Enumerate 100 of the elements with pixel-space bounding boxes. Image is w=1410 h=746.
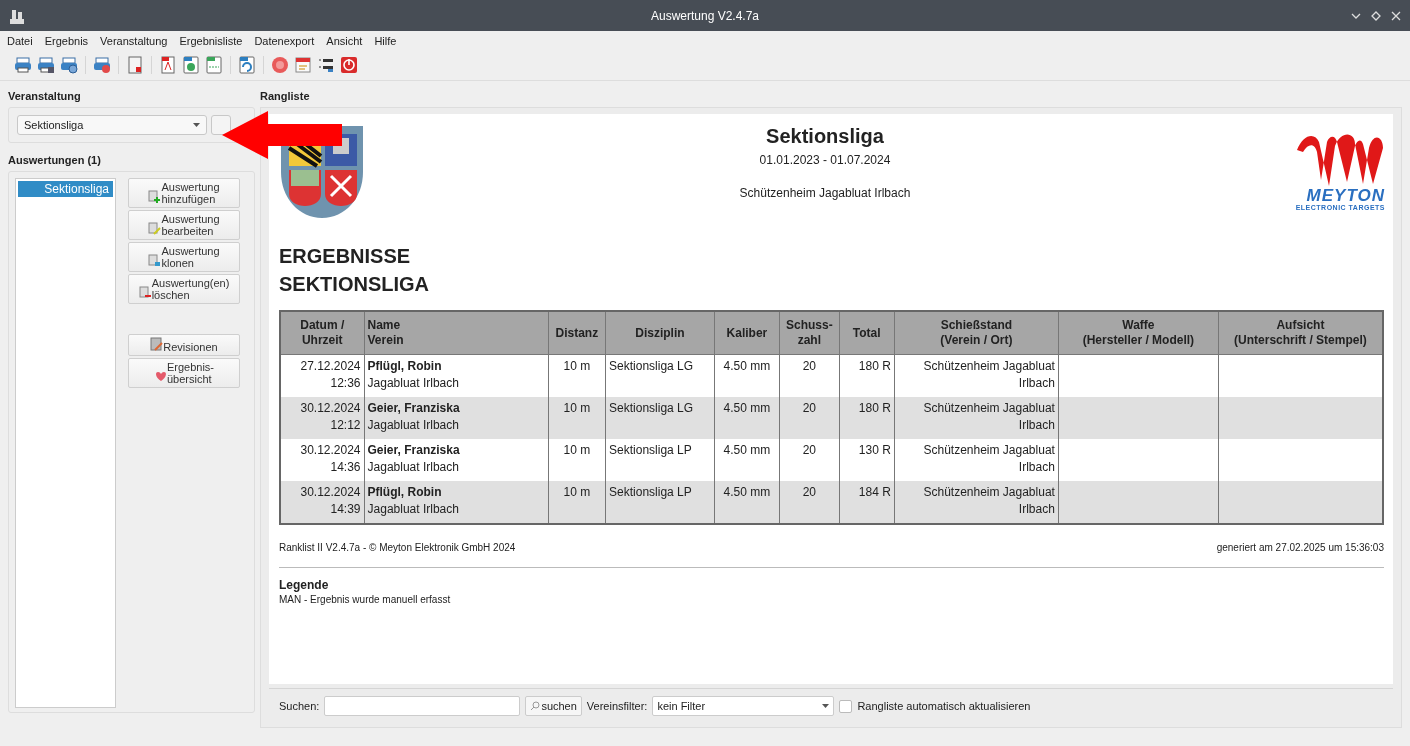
club-filter-dropdown[interactable]: kein Filter [652,696,835,716]
filter-label: Vereinsfilter: [586,700,648,712]
small-button[interactable] [211,115,231,135]
table-cell: 10 m [563,359,591,373]
logo-wordmark: MEYTON [1306,188,1385,204]
table-cell: 10 m [563,443,591,457]
column-header: Waffe (Hersteller / Modell) [1058,311,1219,355]
search-field[interactable] [324,696,521,716]
table-cell: 10 m [563,401,591,415]
printer-icon[interactable] [60,56,78,74]
table-cell-text: Jagabluat Irlbach [367,417,460,434]
section-label: Auswertungen (1) [8,154,102,166]
table-cell: 20 [802,485,816,499]
column-header: Aufsicht (Unterschrift / Stempel) [1218,311,1383,355]
refresh-document-icon[interactable] [238,56,256,74]
table-cell: 20 [802,359,816,373]
table-cell-text: Jagabluat Irlbach [367,501,460,518]
column-header: Distanz [548,311,606,355]
table-cell: 184 R [858,485,891,499]
table-cell-text: Geier, Franziska [367,442,461,459]
power-icon[interactable] [340,56,358,74]
globe-document-icon[interactable] [182,56,200,74]
table-cell-text: 30.12.2024 [299,484,361,501]
table-cell: Schützenheim Jagabluat Irlbach [923,485,1055,516]
printer-icon[interactable] [93,56,111,74]
menu-item[interactable]: Datenexport [253,34,316,47]
close-icon[interactable] [1390,9,1402,22]
legend-title: Legende [279,578,330,592]
search-button[interactable]: suchen [525,696,582,716]
report-period: 01.01.2023 - 01.07.2024 [759,153,891,167]
action-button[interactable]: Auswertung bearbeiten [128,210,240,240]
clone-document-icon [148,253,162,267]
edit-document-icon [148,221,162,235]
action-button[interactable]: Auswertung(en) löschen [128,274,240,304]
table-cell: Sektionsliga LG [609,401,694,415]
pencil-document-icon [150,337,164,351]
table-cell: 4.50 mm [723,359,771,373]
generated-timestamp: generiert am 27.02.2025 um 15:36:03 [1216,542,1384,553]
checkbox-label: Rangliste automatisch aktualisieren [857,700,1031,712]
table-cell-text: Geier, Franziska [367,400,461,417]
document-icon[interactable] [126,56,144,74]
menu-item[interactable]: Hilfe [373,34,398,47]
printer-icon[interactable] [14,56,32,74]
table-cell: Sektionsliga LP [609,443,692,457]
table-cell-text: 14:36 [329,459,361,476]
column-header: Name Verein [364,311,549,355]
caret-icon [822,704,830,708]
column-header: Schießstand (Verein / Ort) [894,311,1059,355]
column-header: Datum / Uhrzeit [280,311,365,355]
table-cell: 130 R [858,443,891,457]
action-button[interactable]: Auswertung hinzufügen [128,178,240,208]
menu-item[interactable]: Ergebnis [43,34,90,47]
table-cell: 180 R [858,359,891,373]
table-cell: 10 m [563,485,591,499]
search-label: Suchen: [279,700,320,712]
calendar-icon[interactable] [294,56,312,74]
delete-document-icon [138,285,152,299]
event-dropdown[interactable]: Sektionsliga [17,115,207,135]
table-cell: Schützenheim Jagabluat Irlbach [923,443,1055,474]
action-button[interactable]: Revisionen [128,334,240,356]
table-cell-text: Pflügl, Robin [367,358,443,375]
section-label: Rangliste [260,90,311,102]
maximize-icon[interactable] [1370,9,1382,22]
auto-update-checkbox[interactable] [839,699,853,713]
search-icon [530,701,541,711]
menu-item[interactable]: Ansicht [325,34,364,47]
window-title: Auswertung V2.4.7a [650,8,760,23]
table-cell: 180 R [858,401,891,415]
pdf-document-icon[interactable] [159,56,177,74]
column-header: Schuss- zahl [779,311,839,355]
evaluation-item[interactable]: Sektionsliga [18,181,113,197]
table-cell: 20 [802,443,816,457]
table-cell-text: 12:36 [329,375,361,392]
report-title: Sektionsliga [766,125,884,148]
table-cell: Schützenheim Jagabluat Irlbach [923,359,1055,390]
printer-icon[interactable] [37,56,55,74]
table-cell: 20 [802,401,816,415]
menu-item[interactable]: Datei [6,34,34,47]
legend-text: MAN - Ergebnis wurde manuell erfasst [279,594,452,605]
action-button[interactable]: Auswertung klonen [128,242,240,272]
caret-icon [193,123,200,127]
numbered-list-icon[interactable] [317,56,335,74]
menu-item[interactable]: Ergebnisliste [178,34,244,47]
report-venue: Schützenheim Jagabluat Irlbach [739,186,911,200]
heart-icon [153,369,167,383]
action-button[interactable]: Ergebnis- übersicht [128,358,240,388]
table-cell-text: Jagabluat Irlbach [367,375,460,392]
column-header: Disziplin [605,311,715,355]
report-heading: ERGEBNISSE SEKTIONSLIGA [279,244,430,297]
table-cell: 4.50 mm [723,401,771,415]
add-document-icon [148,189,162,203]
table-cell-text: Pflügl, Robin [367,484,443,501]
table-cell-text: 12:12 [329,417,361,434]
menu-item[interactable]: Veranstaltung [99,34,169,47]
table-cell: Sektionsliga LP [609,485,692,499]
table-cell: Sektionsliga LG [609,359,694,373]
target-icon[interactable] [271,56,289,74]
table-cell-text: 30.12.2024 [299,400,361,417]
section-label: Veranstaltung [8,90,82,102]
spreadsheet-icon[interactable] [205,56,223,74]
